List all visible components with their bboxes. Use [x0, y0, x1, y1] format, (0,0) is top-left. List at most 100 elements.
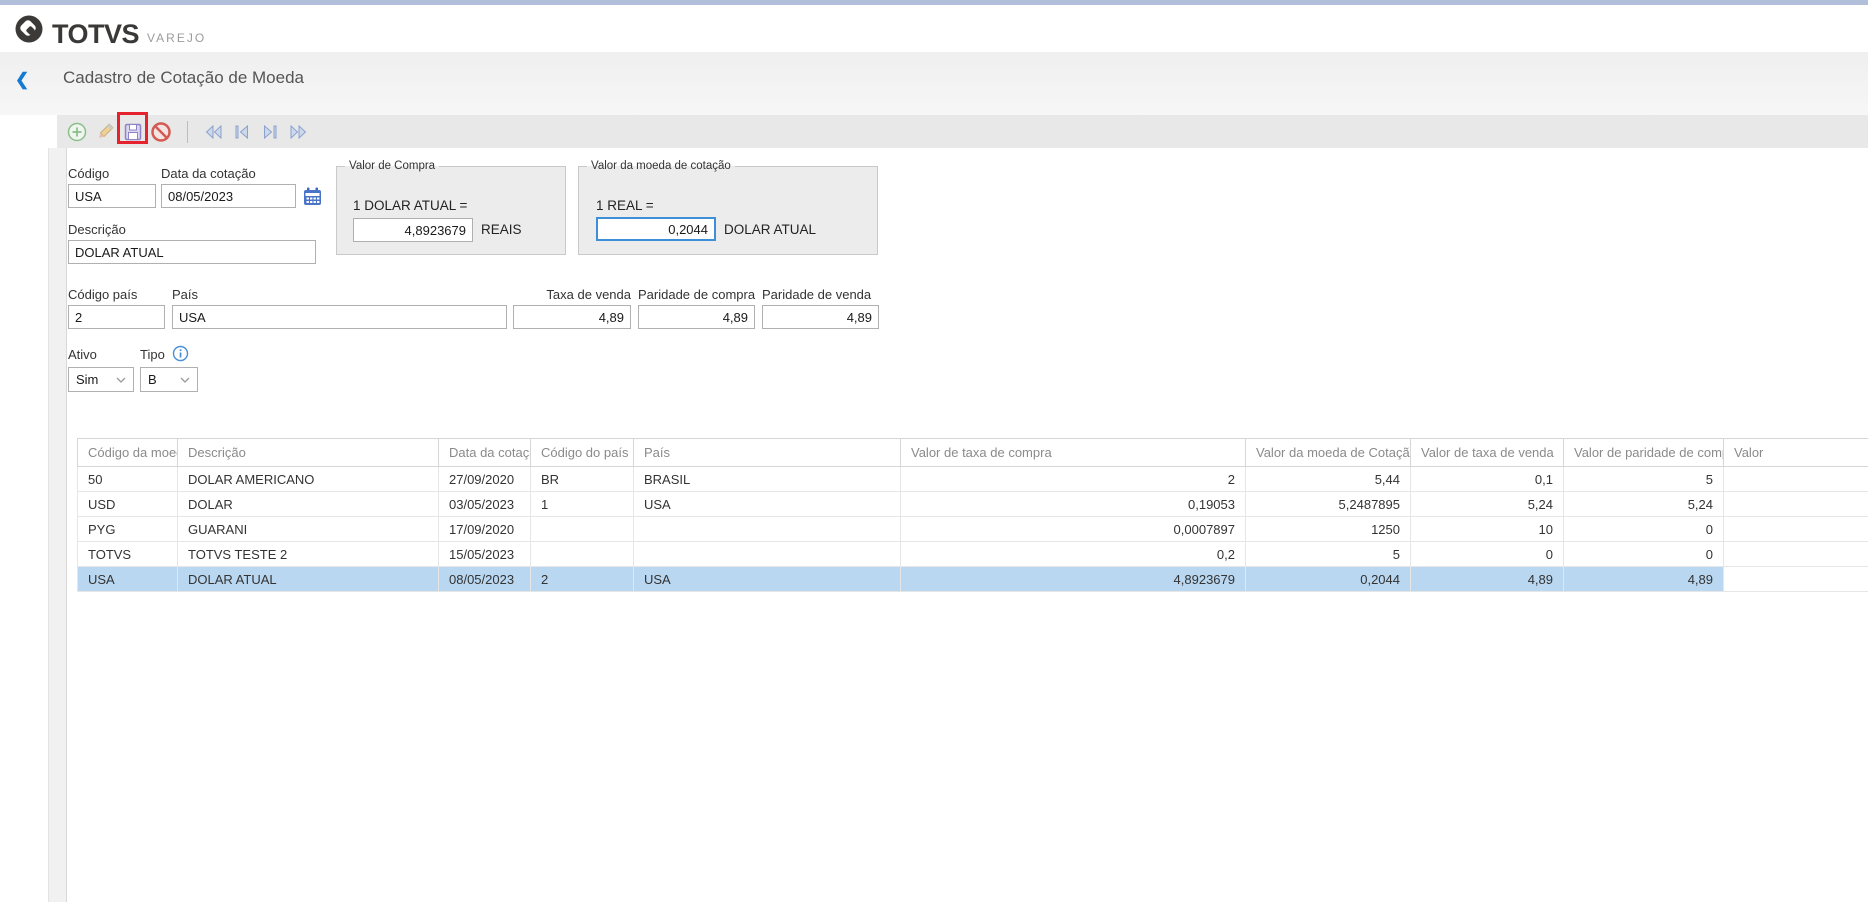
chevron-down-icon [180, 377, 190, 383]
table-cell: DOLAR [177, 491, 439, 517]
codigo-input[interactable] [68, 184, 156, 208]
table-cell [1723, 541, 1868, 567]
nav-first-icon[interactable] [200, 118, 228, 146]
valor-compra-panel: Valor de Compra 1 DOLAR ATUAL = REAIS [336, 160, 566, 255]
ativo-select-value: Sim [76, 372, 99, 387]
valor-moeda-equation: 1 REAL = [596, 198, 654, 213]
taxa-venda-input[interactable] [513, 305, 631, 329]
table-row[interactable]: USA DOLAR ATUAL 08/05/2023 2 USA 4,8923679 0,2… [77, 566, 1868, 592]
tipo-select[interactable]: B [140, 367, 198, 392]
ativo-select[interactable]: Sim [68, 367, 134, 392]
table-cell: 5,24 [1563, 491, 1724, 517]
table-cell [1723, 516, 1868, 542]
paridade-compra-label: Paridade de compra [638, 287, 756, 302]
descricao-label: Descrição [68, 222, 126, 237]
table-cell: 17/09/2020 [438, 516, 531, 542]
table-cell: 0,2044 [1245, 566, 1411, 592]
column-header[interactable]: Valor de taxa de compra [900, 438, 1246, 467]
table-cell: 27/09/2020 [438, 466, 531, 492]
paridade-venda-label: Paridade de venda [762, 287, 872, 302]
table-cell [1723, 466, 1868, 492]
table-cell: 0,0007897 [900, 516, 1246, 542]
table-cell: 5 [1563, 466, 1724, 492]
table-cell: USA [77, 566, 178, 592]
table-cell: USA [633, 491, 901, 517]
column-header[interactable]: País [633, 438, 901, 467]
column-header[interactable]: Descrição [177, 438, 439, 467]
edit-icon[interactable] [91, 118, 119, 146]
pais-input[interactable] [172, 305, 507, 329]
table-cell: TOTVS [77, 541, 178, 567]
table-cell: 0,1 [1410, 466, 1564, 492]
valor-compra-unit: REAIS [481, 222, 522, 237]
table-cell: 4,89 [1563, 566, 1724, 592]
brand-product: VAREJO [147, 31, 207, 45]
chevron-down-icon [116, 377, 126, 383]
currency-table-container: Código da moedaDescriçãoData da cotaçãoC… [77, 438, 1868, 592]
nav-last-icon[interactable] [284, 118, 312, 146]
table-row[interactable]: PYG GUARANI 17/09/2020 0,0007897 1250 10 0 [77, 516, 1868, 542]
data-cotacao-input[interactable] [161, 184, 296, 208]
table-cell: 5 [1245, 541, 1411, 567]
table-header-row: Código da moedaDescriçãoData da cotaçãoC… [77, 438, 1868, 467]
table-row[interactable]: USD DOLAR 03/05/2023 1 USA 0,19053 5,2487895 5,… [77, 491, 1868, 517]
valor-compra-input[interactable] [353, 218, 473, 242]
codigo-label: Código [68, 166, 110, 181]
table-cell: 0 [1563, 541, 1724, 567]
app-window: TOTVS VAREJO ❮ Cadastro de Cotação de Mo… [0, 0, 1868, 902]
valor-moeda-panel: Valor da moeda de cotação 1 REAL = DOLAR… [578, 160, 878, 255]
table-cell: 15/05/2023 [438, 541, 531, 567]
brand-name: TOTVS [52, 19, 140, 49]
table-cell: 0 [1563, 516, 1724, 542]
column-header[interactable]: Valor de paridade de compra [1563, 438, 1724, 467]
column-header[interactable]: Código do país [530, 438, 634, 467]
column-header[interactable]: Valor da moeda de Cotação [1245, 438, 1411, 467]
column-header[interactable]: Valor [1723, 438, 1868, 467]
totvs-logo: TOTVS VAREJO [14, 14, 206, 49]
page-title: Cadastro de Cotação de Moeda [63, 68, 304, 87]
table-cell: 0,19053 [900, 491, 1246, 517]
table-cell [633, 516, 901, 542]
taxa-venda-label: Taxa de venda [546, 287, 631, 302]
table-cell: 0,2 [900, 541, 1246, 567]
codigo-pais-label: Código país [68, 287, 138, 302]
table-cell: 0 [1410, 541, 1564, 567]
descricao-input[interactable] [68, 240, 316, 264]
nav-previous-icon[interactable] [228, 118, 256, 146]
calendar-icon[interactable] [302, 186, 323, 207]
toolbar-divider [187, 120, 188, 143]
table-cell: 03/05/2023 [438, 491, 531, 517]
nav-next-icon[interactable] [256, 118, 284, 146]
table-cell: 5,2487895 [1245, 491, 1411, 517]
table-row[interactable]: 50 DOLAR AMERICANO 27/09/2020 BR BRASIL 2 5,44… [77, 466, 1868, 492]
table-cell: 10 [1410, 516, 1564, 542]
paridade-compra-input[interactable] [638, 305, 755, 329]
tipo-label: Tipo [140, 347, 165, 362]
codigo-pais-input[interactable] [68, 305, 165, 329]
app-header: TOTVS VAREJO [0, 5, 1868, 52]
table-cell: PYG [77, 516, 178, 542]
column-header[interactable]: Data da cotação [438, 438, 531, 467]
cancel-icon[interactable] [147, 118, 175, 146]
annotation-highlight-save [117, 112, 148, 144]
column-header[interactable]: Valor de taxa de venda [1410, 438, 1564, 467]
tipo-select-value: B [148, 372, 157, 387]
pais-label: País [172, 287, 199, 302]
table-cell: 50 [77, 466, 178, 492]
data-cotacao-label: Data da cotação [161, 166, 256, 181]
table-row[interactable]: TOTVS TOTVS TESTE 2 15/05/2023 0,2 5 0 0 [77, 541, 1868, 567]
table-cell: 5,44 [1245, 466, 1411, 492]
table-cell [1723, 491, 1868, 517]
table-cell: BRASIL [633, 466, 901, 492]
valor-moeda-legend: Valor da moeda de cotação [591, 160, 731, 172]
column-header[interactable]: Código da moeda [77, 438, 178, 467]
info-icon[interactable] [172, 345, 189, 362]
back-button[interactable]: ❮ [15, 70, 29, 90]
add-icon[interactable] [63, 118, 91, 146]
valor-moeda-input[interactable] [596, 217, 716, 241]
ativo-label: Ativo [68, 347, 97, 362]
table-cell: 4,8923679 [900, 566, 1246, 592]
paridade-venda-input[interactable] [762, 305, 879, 329]
table-cell: 2 [900, 466, 1246, 492]
table-cell: 1250 [1245, 516, 1411, 542]
